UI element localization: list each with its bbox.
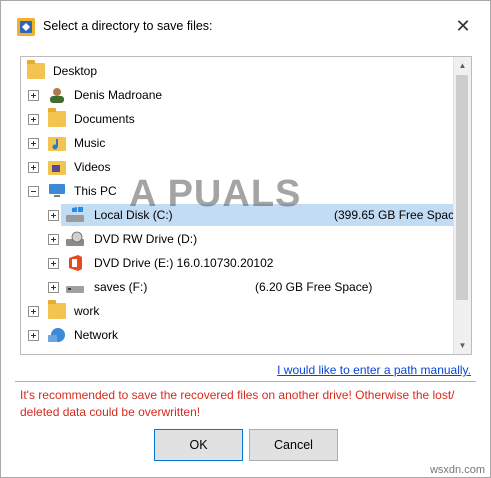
tree-item-user[interactable]: Denis Madroane: [21, 84, 441, 106]
tree-item-network[interactable]: Network: [21, 324, 441, 346]
expand-icon[interactable]: [48, 234, 59, 245]
expand-icon[interactable]: [48, 282, 59, 293]
tree-item-label: Network: [74, 328, 119, 342]
collapse-icon[interactable]: [28, 186, 39, 197]
tree-item-dvd-rw-d[interactable]: DVD RW Drive (D:): [48, 228, 454, 250]
expand-icon[interactable]: [48, 258, 59, 269]
tree-item-label: DVD RW Drive (D:): [94, 232, 198, 246]
tree-item-label: This PC: [74, 184, 117, 198]
tree-item-label: saves (F:): [94, 280, 148, 294]
tree-item-label: Denis Madroane: [74, 88, 163, 102]
save-directory-dialog: Select a directory to save files: ✕ Desk…: [0, 0, 491, 478]
expand-icon[interactable]: [28, 138, 39, 149]
expand-icon[interactable]: [28, 162, 39, 173]
drive-icon: [66, 286, 84, 293]
close-button[interactable]: ✕: [452, 15, 474, 37]
tree-item-label: Videos: [74, 160, 111, 174]
divider: [15, 381, 476, 382]
expand-icon[interactable]: [28, 306, 39, 317]
enter-path-manually-link[interactable]: I would like to enter a path manually.: [277, 363, 471, 377]
tree-item-label: Documents: [74, 112, 135, 126]
scroll-up-arrow-icon[interactable]: ▲: [454, 57, 471, 74]
scrollbar-thumb[interactable]: [456, 75, 468, 300]
watermark-site: wsxdn.com: [429, 464, 485, 476]
expand-icon[interactable]: [28, 90, 39, 101]
ok-button[interactable]: OK: [154, 429, 243, 461]
watermark-logo: A PUALS: [129, 173, 302, 215]
tree-item-music[interactable]: Music: [21, 132, 441, 154]
app-icon: [17, 18, 35, 36]
tree-item-label: work: [74, 304, 100, 318]
windows-drive-icon: [66, 207, 84, 222]
tree-item-work[interactable]: work: [21, 300, 441, 322]
tree-item-label: DVD Drive (E:) 16.0.10730.20102: [94, 256, 274, 270]
vertical-scrollbar[interactable]: ▲ ▼: [453, 57, 471, 354]
work-folder-icon: [48, 300, 66, 319]
tree-item-saves-f[interactable]: saves (F:) (6.20 GB Free Space): [48, 276, 454, 298]
free-space-label: (399.65 GB Free Spac: [334, 208, 455, 222]
free-space-label: (6.20 GB Free Space): [255, 280, 373, 294]
expand-icon[interactable]: [28, 330, 39, 341]
scroll-down-arrow-icon[interactable]: ▼: [454, 337, 471, 354]
expand-icon[interactable]: [48, 210, 59, 221]
close-icon: ✕: [455, 16, 471, 36]
office-icon: [69, 255, 82, 271]
tree-item-documents[interactable]: Documents: [21, 108, 441, 130]
documents-folder-icon: [48, 108, 66, 127]
dialog-title: Select a directory to save files:: [43, 19, 213, 33]
expand-icon[interactable]: [28, 114, 39, 125]
tree-item-label: Desktop: [53, 64, 98, 78]
desktop-folder-icon: [27, 60, 45, 79]
cancel-button[interactable]: Cancel: [249, 429, 338, 461]
computer-icon: [49, 184, 65, 197]
videos-folder-icon: [48, 161, 66, 175]
tree-item-dvd-e[interactable]: DVD Drive (E:) 16.0.10730.20102: [48, 252, 454, 274]
warning-message: It's recommended to save the recovered f…: [20, 388, 455, 419]
tree-item-desktop[interactable]: Desktop: [23, 60, 443, 82]
user-icon: [50, 88, 64, 103]
network-icon: [48, 328, 65, 342]
tree-item-label: Music: [74, 136, 106, 150]
dvd-drive-icon: [66, 231, 84, 246]
title-bar: Select a directory to save files: ✕: [1, 1, 490, 36]
music-folder-icon: [48, 137, 66, 151]
